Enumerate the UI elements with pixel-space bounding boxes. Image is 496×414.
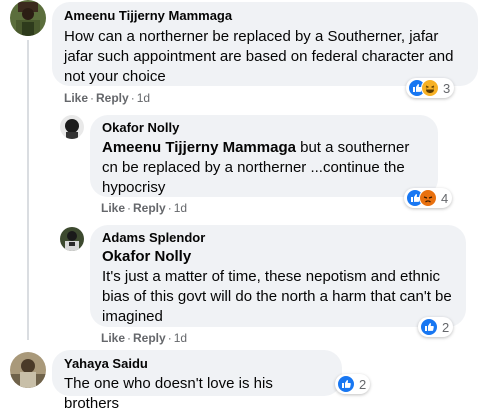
comment-author[interactable]: Okafor Nolly	[102, 120, 426, 136]
comment-actions: Like · Reply · 1d	[64, 91, 151, 105]
comment-author[interactable]: Adams Splendor	[102, 230, 454, 246]
avatar[interactable]	[10, 0, 46, 36]
reply-button[interactable]: Reply	[133, 331, 166, 345]
reaction-count: 3	[443, 80, 451, 96]
comment-bubble: Okafor Nolly Ameenu Tijjerny Mammaga but…	[90, 115, 438, 197]
like-button[interactable]: Like	[101, 331, 125, 345]
like-button[interactable]: Like	[64, 91, 88, 105]
comment-bubble: Ameenu Tijjerny Mammaga How can a northe…	[52, 2, 478, 86]
comment-time[interactable]: 1d	[174, 201, 187, 215]
reply-button[interactable]: Reply	[96, 91, 129, 105]
reaction-summary[interactable]: 4	[404, 188, 453, 208]
reaction-summary[interactable]: 2	[418, 317, 454, 337]
avatar[interactable]	[10, 352, 46, 388]
comment-text: The one who doesn't love is his brothers	[64, 375, 273, 412]
mention-link[interactable]: Ameenu Tijjerny Mammaga	[102, 139, 296, 156]
haha-icon	[421, 79, 439, 97]
avatar[interactable]	[60, 115, 84, 139]
reply-button[interactable]: Reply	[133, 201, 166, 215]
mention-link[interactable]: Okafor Nolly	[102, 247, 454, 267]
comment-text: Ameenu Tijjerny Mammaga but a southerner…	[102, 139, 410, 196]
comment-bubble: Adams Splendor Okafor Nolly It's just a …	[90, 225, 466, 327]
reaction-count: 4	[441, 190, 449, 206]
comment-author[interactable]: Ameenu Tijjerny Mammaga	[64, 8, 466, 24]
comment-text: It's just a matter of time, these nepoti…	[102, 268, 452, 325]
comment-text: How can a northerner be replaced by a So…	[64, 28, 454, 85]
comment-bubble: Yahaya Saidu The one who doesn't love is…	[52, 350, 342, 412]
like-icon	[337, 375, 355, 393]
like-icon	[420, 318, 438, 336]
angry-icon	[419, 189, 437, 207]
comment-actions: Like · Reply · 1d	[101, 331, 188, 345]
comment-time[interactable]: 1d	[137, 91, 150, 105]
avatar[interactable]	[60, 227, 84, 251]
reaction-summary[interactable]: 3	[406, 78, 455, 98]
reaction-count: 2	[442, 319, 450, 335]
reaction-count: 2	[359, 376, 367, 392]
comment-actions: Like · Reply · 1d	[101, 201, 188, 215]
reply-thread-line	[27, 40, 29, 340]
reaction-summary[interactable]: 2	[335, 374, 371, 394]
comment-author[interactable]: Yahaya Saidu	[64, 356, 330, 372]
comment-time[interactable]: 1d	[174, 331, 187, 345]
like-button[interactable]: Like	[101, 201, 125, 215]
